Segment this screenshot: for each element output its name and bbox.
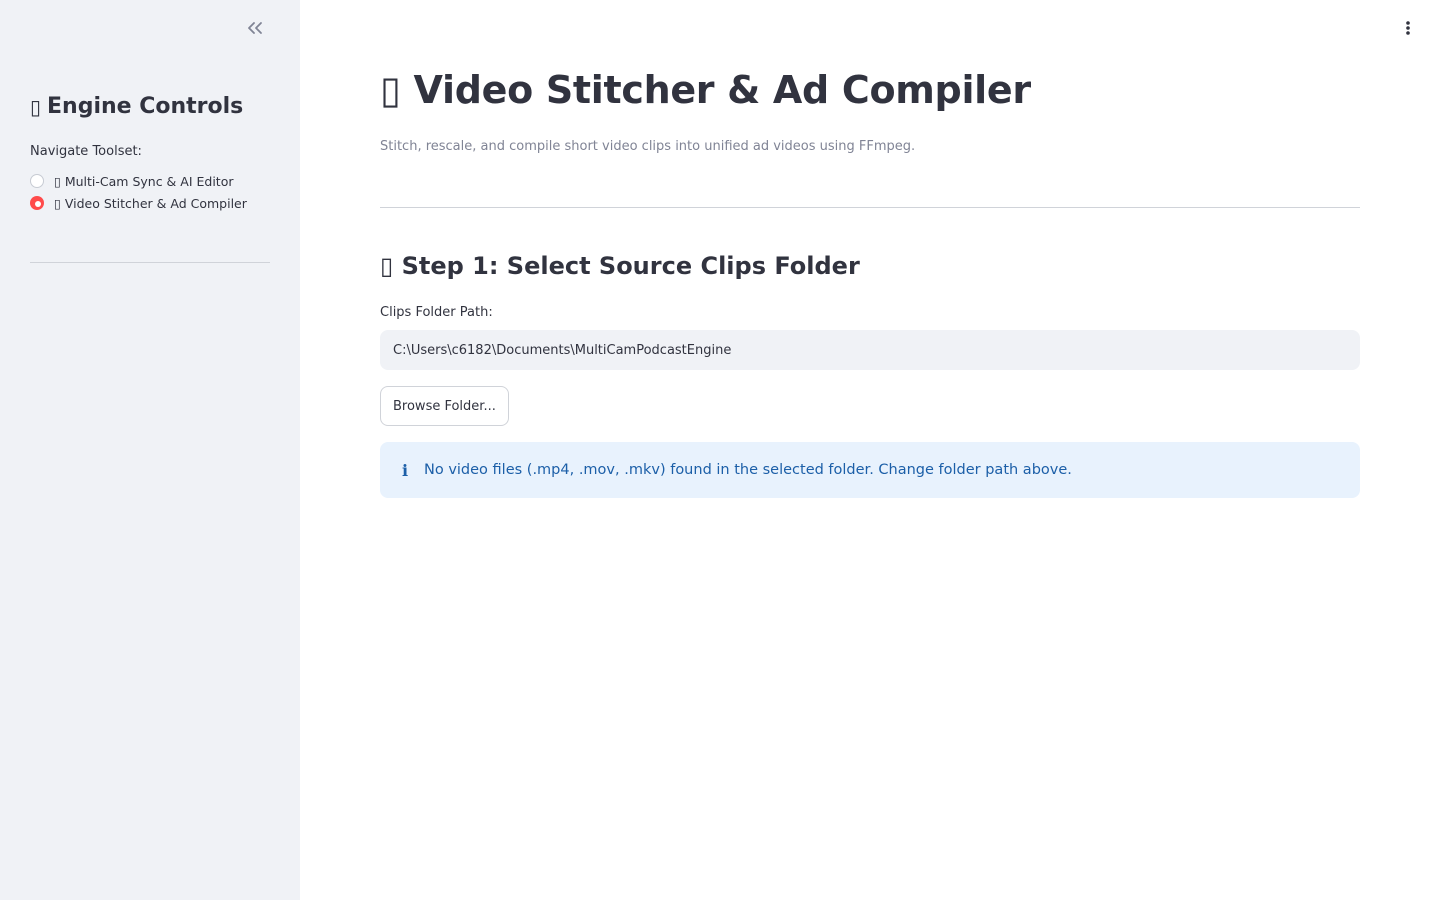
step1-title: ▯ Step 1: Select Source Clips Folder bbox=[380, 252, 860, 280]
radio-checked-icon bbox=[30, 196, 44, 210]
info-message: No video files (.mp4, .mov, .mkv) found … bbox=[424, 462, 1072, 478]
sidebar-divider bbox=[30, 262, 270, 263]
radio-option-label: ▯ Multi-Cam Sync & AI Editor bbox=[54, 173, 234, 189]
tofu-glyph: ▯ bbox=[30, 94, 42, 119]
clips-folder-label: Clips Folder Path: bbox=[380, 305, 493, 320]
clips-folder-path-input[interactable] bbox=[380, 330, 1360, 370]
radio-option-video-stitcher[interactable]: ▯ Video Stitcher & Ad Compiler bbox=[30, 192, 247, 214]
radio-option-multicam[interactable]: ▯ Multi-Cam Sync & AI Editor bbox=[30, 170, 247, 192]
vertical-ellipsis-icon bbox=[1405, 20, 1411, 40]
info-alert: i No video files (.mp4, .mov, .mkv) foun… bbox=[380, 442, 1360, 498]
main-menu-button[interactable] bbox=[1396, 18, 1420, 42]
nav-label: Navigate Toolset: bbox=[30, 144, 142, 159]
page-subtitle: Stitch, rescale, and compile short video… bbox=[380, 139, 916, 154]
sidebar-title: ▯ Engine Controls bbox=[30, 94, 243, 119]
info-icon: i bbox=[402, 460, 409, 480]
main-divider bbox=[380, 207, 1360, 208]
collapse-sidebar-button[interactable] bbox=[242, 16, 268, 42]
sidebar: ▯ Engine Controls Navigate Toolset: ▯ Mu… bbox=[0, 0, 300, 900]
page-title: ▯ Video Stitcher & Ad Compiler bbox=[380, 68, 1031, 112]
radio-option-label: ▯ Video Stitcher & Ad Compiler bbox=[54, 195, 247, 211]
radio-unchecked-icon bbox=[30, 174, 44, 188]
browse-folder-button[interactable]: Browse Folder... bbox=[380, 386, 509, 426]
double-chevron-left-icon bbox=[247, 20, 263, 39]
toolset-radio-group: ▯ Multi-Cam Sync & AI Editor ▯ Video Sti… bbox=[30, 170, 247, 214]
sidebar-title-text: Engine Controls bbox=[47, 94, 244, 119]
